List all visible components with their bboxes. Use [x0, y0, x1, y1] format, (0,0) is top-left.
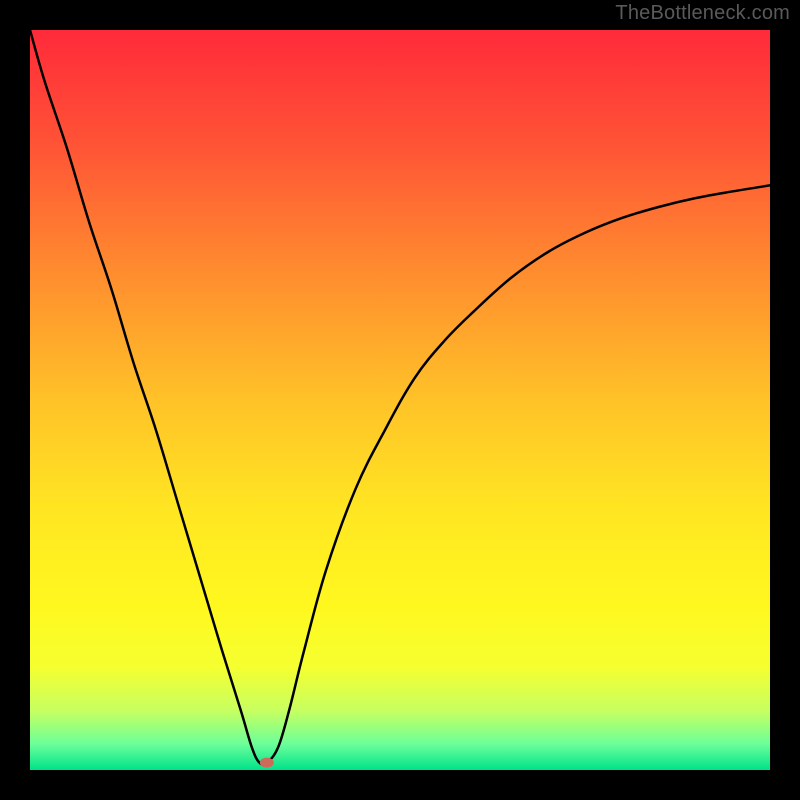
chart-frame: TheBottleneck.com — [0, 0, 800, 800]
plot-area — [30, 30, 770, 770]
chart-svg — [30, 30, 770, 770]
watermark-text: TheBottleneck.com — [615, 2, 790, 25]
vertex-marker — [260, 758, 274, 768]
